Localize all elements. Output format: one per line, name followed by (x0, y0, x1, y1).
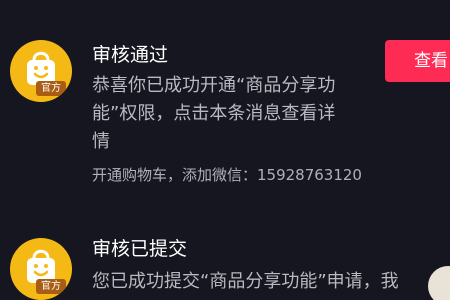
view-button[interactable]: 查看 (385, 40, 450, 82)
message-note: 开通购物车，添加微信：15928763120 (92, 166, 362, 184)
message-item[interactable]: 官方 审核已提交 您已成功提交“商品分享功能”申请，我 (0, 200, 450, 300)
official-avatar[interactable]: 官方 (10, 40, 72, 102)
message-body[interactable]: 您已成功提交“商品分享功能”申请，我 (92, 268, 450, 296)
official-avatar[interactable]: 官方 (10, 238, 72, 300)
official-badge: 官方 (36, 81, 66, 96)
message-body[interactable]: 恭喜你已成功开通“商品分享功能”权限，点击本条消息查看详情 (92, 72, 347, 156)
message-list: 官方 审核通过 恭喜你已成功开通“商品分享功能”权限，点击本条消息查看详情 开通… (0, 0, 450, 300)
message-title: 审核通过 (92, 44, 169, 66)
official-badge: 官方 (36, 279, 66, 294)
message-item[interactable]: 官方 审核通过 恭喜你已成功开通“商品分享功能”权限，点击本条消息查看详情 开通… (0, 0, 450, 200)
message-title: 审核已提交 (92, 238, 188, 260)
